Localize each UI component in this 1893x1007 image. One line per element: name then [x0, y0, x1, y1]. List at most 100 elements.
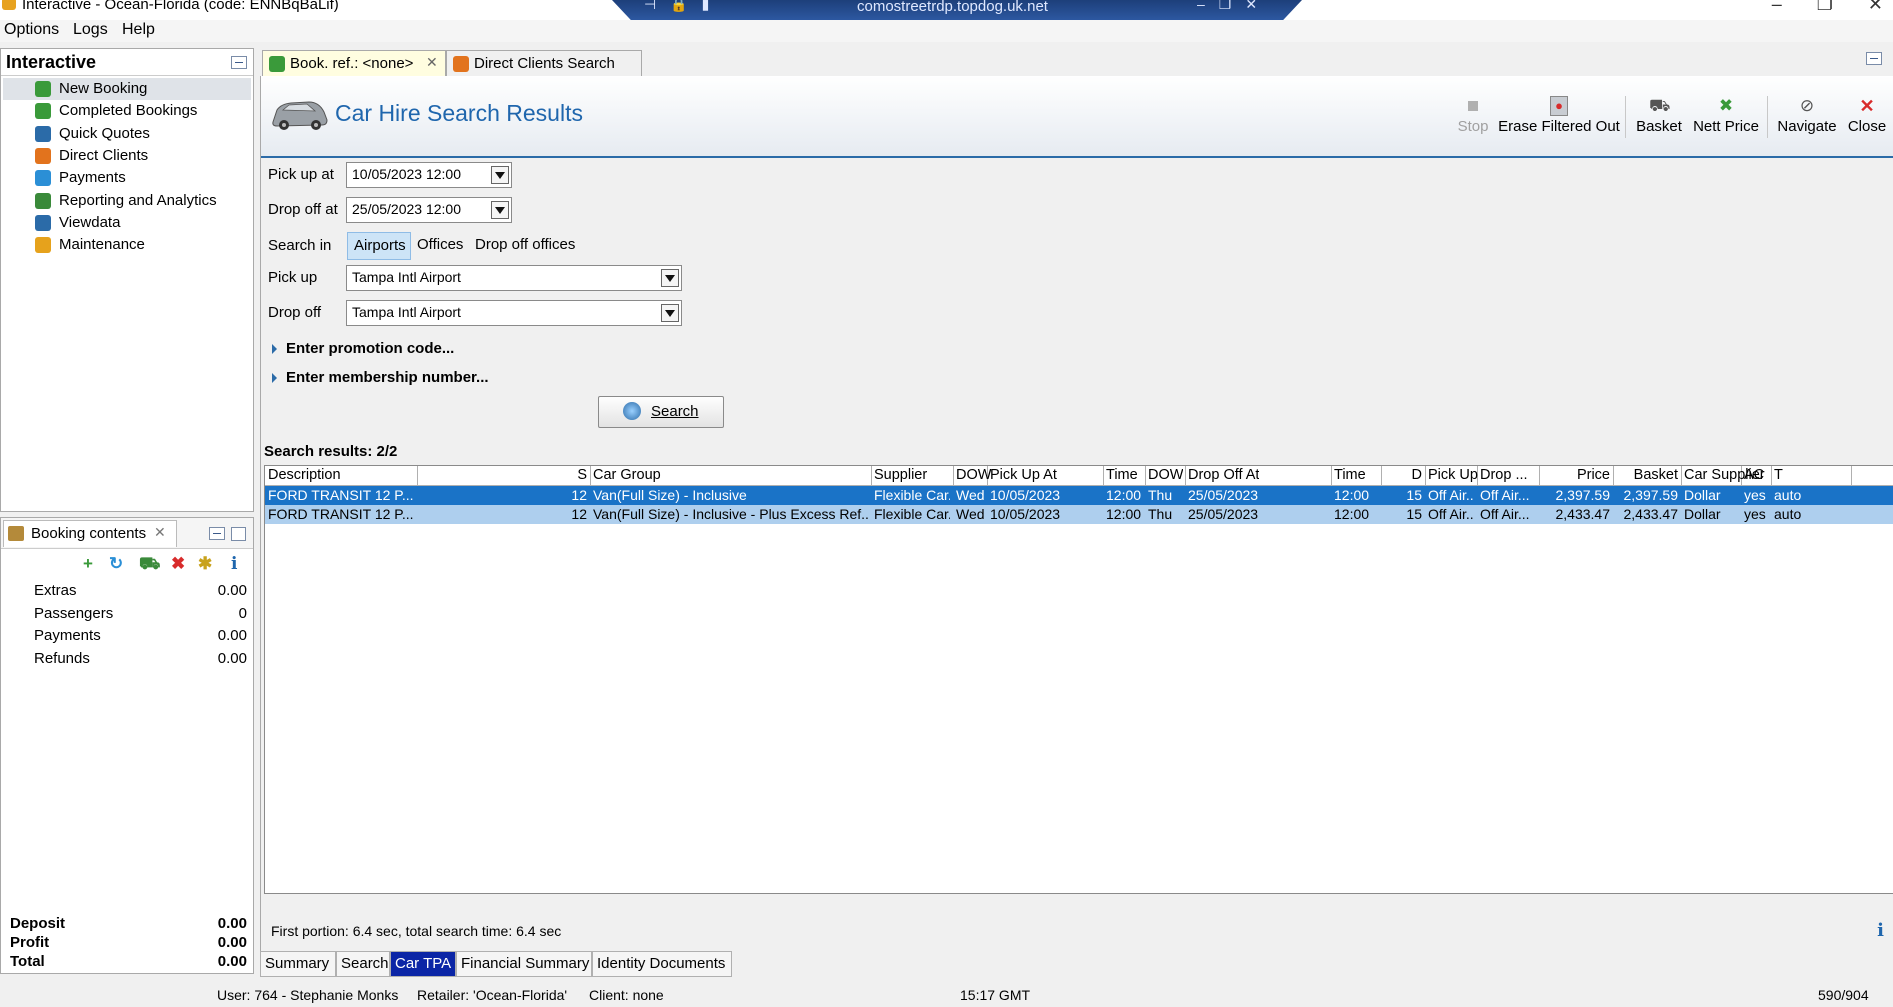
status-bar: User: 764 - Stephanie Monks Retailer: 'O…	[0, 985, 1893, 1007]
pickup-location-select[interactable]: Tampa Intl Airport	[346, 265, 682, 291]
membership-number-label: Enter membership number...	[286, 369, 489, 386]
nett-price-button[interactable]: ✖ Nett Price	[1691, 96, 1761, 135]
sidebar-item[interactable]: Direct Clients	[3, 145, 251, 167]
menu-logs[interactable]: Logs	[73, 21, 108, 39]
column-header[interactable]: Pick Up	[1425, 466, 1478, 485]
bottom-tab[interactable]: Summary	[260, 951, 336, 977]
column-header[interactable]: Drop ...	[1477, 466, 1540, 485]
menu-options[interactable]: Options	[4, 21, 59, 39]
booking-contents-row: Passengers 0	[1, 603, 253, 625]
chevron-down-icon[interactable]	[491, 166, 509, 184]
pickup-at-datetime[interactable]: 10/05/2023 12:00	[346, 162, 512, 188]
table-cell: FORD TRANSIT 12 P...	[268, 487, 414, 503]
maximize-panel-icon[interactable]	[231, 527, 246, 541]
close-tab-icon[interactable]: ✕	[154, 524, 166, 541]
sidebar-item[interactable]: Maintenance	[3, 234, 251, 256]
tab-direct-clients-search[interactable]: Direct Clients Search	[446, 50, 642, 77]
table-cell: 12	[571, 487, 587, 503]
chevron-down-icon[interactable]	[491, 201, 509, 219]
sidebar-item[interactable]: Quick Quotes	[3, 123, 251, 145]
pickup-location-value: Tampa Intl Airport	[352, 269, 461, 285]
table-cell: Thu	[1148, 487, 1173, 503]
table-cell: 15	[1406, 487, 1422, 503]
column-header[interactable]: Drop Off At	[1185, 466, 1332, 485]
bottom-tab[interactable]: Financial Summary	[456, 951, 592, 977]
info-icon[interactable]: i	[231, 554, 237, 574]
table-cell: Off Air...	[1428, 506, 1474, 522]
basket-button[interactable]: ⛟ Basket	[1633, 96, 1685, 135]
search-in-airports[interactable]: Airports	[347, 232, 411, 260]
column-header-label: Pick Up	[1428, 467, 1478, 483]
column-header[interactable]: T	[1771, 466, 1852, 485]
bottom-tab[interactable]: Identity Documents	[592, 951, 732, 977]
column-header[interactable]: S	[417, 466, 591, 485]
refresh-icon[interactable]: ↻	[109, 554, 123, 574]
bottom-tab[interactable]: Car TPA	[390, 951, 456, 977]
column-header[interactable]: D	[1381, 466, 1426, 485]
bottom-tab[interactable]: Search	[336, 951, 390, 977]
column-header[interactable]: Time	[1103, 466, 1146, 485]
car-icon	[272, 101, 328, 130]
sidebar-item[interactable]: Payments	[3, 167, 251, 189]
booking-contents-tab[interactable]: Booking contents ✕	[3, 520, 177, 547]
column-header[interactable]: DOW	[1145, 466, 1186, 485]
restore-icon[interactable]: ❐	[1817, 0, 1833, 14]
column-header[interactable]: Basket	[1613, 466, 1682, 485]
row-label: Extras	[34, 582, 77, 599]
info-icon[interactable]: i	[1877, 920, 1884, 941]
basket-add-icon[interactable]: ⛟	[139, 554, 160, 576]
tab-booking-ref[interactable]: Book. ref.: <none> ✕	[262, 50, 446, 77]
chevron-down-icon[interactable]	[661, 304, 679, 322]
rdp-window-controls[interactable]: –❐✕	[1197, 0, 1271, 13]
sidebar-item-label: Payments	[59, 169, 126, 187]
add-icon[interactable]: +	[83, 554, 93, 574]
close-button[interactable]: ✕ Close	[1845, 96, 1889, 135]
table-cell: auto	[1774, 487, 1802, 503]
table-cell: Flexible Car...	[874, 487, 950, 503]
minimize-panel-icon[interactable]	[231, 56, 247, 69]
stop-icon	[1468, 101, 1478, 111]
search-timing: First portion: 6.4 sec, total search tim…	[271, 923, 562, 939]
column-header[interactable]: Car Supplier	[1681, 466, 1765, 485]
status-time: 15:17 GMT	[960, 987, 1031, 1003]
chevron-down-icon[interactable]	[661, 269, 679, 287]
table-cell: 12:00	[1334, 487, 1370, 503]
sidebar-item-label: Viewdata	[59, 213, 121, 231]
rdp-pin-lock-signal-icons[interactable]: ⊣🔒▮	[644, 0, 723, 13]
close-window-icon[interactable]: ✕	[1868, 0, 1883, 14]
sidebar-item[interactable]: New Booking	[3, 78, 251, 100]
sidebar-item[interactable]: Reporting and Analytics	[3, 190, 251, 212]
search-in-offices[interactable]: Offices	[411, 232, 467, 258]
column-header[interactable]: AC	[1741, 466, 1772, 485]
stop-button[interactable]: Stop	[1453, 96, 1493, 135]
palm-tree-icon[interactable]: ✱	[198, 554, 212, 574]
table-row[interactable]: FORD TRANSIT 12 P... 12 Van(Full Size) - I…	[265, 486, 1893, 505]
column-header[interactable]: Time	[1331, 466, 1382, 485]
column-header[interactable]: Pick Up At	[987, 466, 1104, 485]
menu-help[interactable]: Help	[122, 21, 155, 39]
sidebar-item[interactable]: Completed Bookings	[3, 100, 251, 122]
column-header[interactable]: Description	[265, 466, 418, 485]
close-label: Close	[1847, 118, 1887, 135]
column-header-label: Car Group	[593, 467, 661, 483]
column-header[interactable]: DOW	[953, 466, 991, 485]
minimize-icon[interactable]: –	[1772, 0, 1782, 14]
page-title: Car Hire Search Results	[335, 100, 583, 126]
column-header[interactable]: Car Group	[590, 466, 872, 485]
column-header[interactable]: Price	[1539, 466, 1614, 485]
erase-filtered-out-button[interactable]: ● Erase Filtered Out	[1497, 96, 1621, 135]
dropoff-at-datetime[interactable]: 25/05/2023 12:00	[346, 197, 512, 223]
table-row[interactable]: FORD TRANSIT 12 P... 12 Van(Full Size) - I…	[265, 505, 1893, 524]
dropoff-location-select[interactable]: Tampa Intl Airport	[346, 300, 682, 326]
minimize-panel-icon[interactable]	[209, 527, 225, 540]
search-button[interactable]: Search	[598, 396, 724, 428]
navigate-button[interactable]: ⊘ Navigate	[1775, 96, 1839, 135]
column-header[interactable]: Supplier	[871, 466, 954, 485]
column-header-label: S	[577, 467, 587, 483]
close-tab-icon[interactable]: ✕	[426, 54, 438, 71]
minimize-panel-icon[interactable]	[1866, 52, 1882, 65]
search-in-drop-off-offices[interactable]: Drop off offices	[469, 232, 589, 258]
sidebar-item[interactable]: Viewdata	[3, 212, 251, 234]
delete-icon[interactable]: ✖	[171, 554, 185, 574]
booking-contents-row: Refunds 0.00	[1, 648, 253, 670]
